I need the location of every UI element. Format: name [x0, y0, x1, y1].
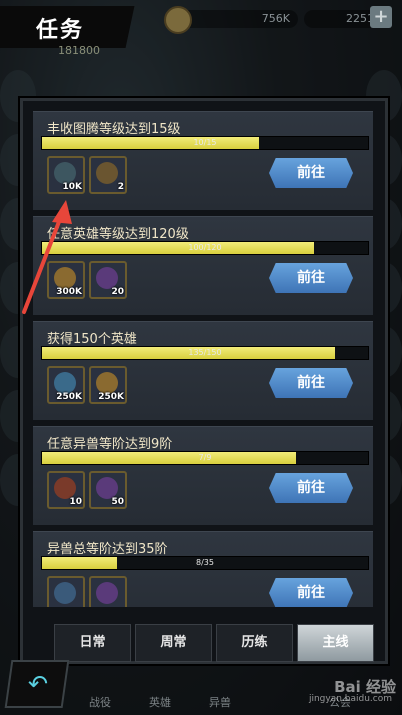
annotation-arrow-icon	[22, 200, 72, 314]
